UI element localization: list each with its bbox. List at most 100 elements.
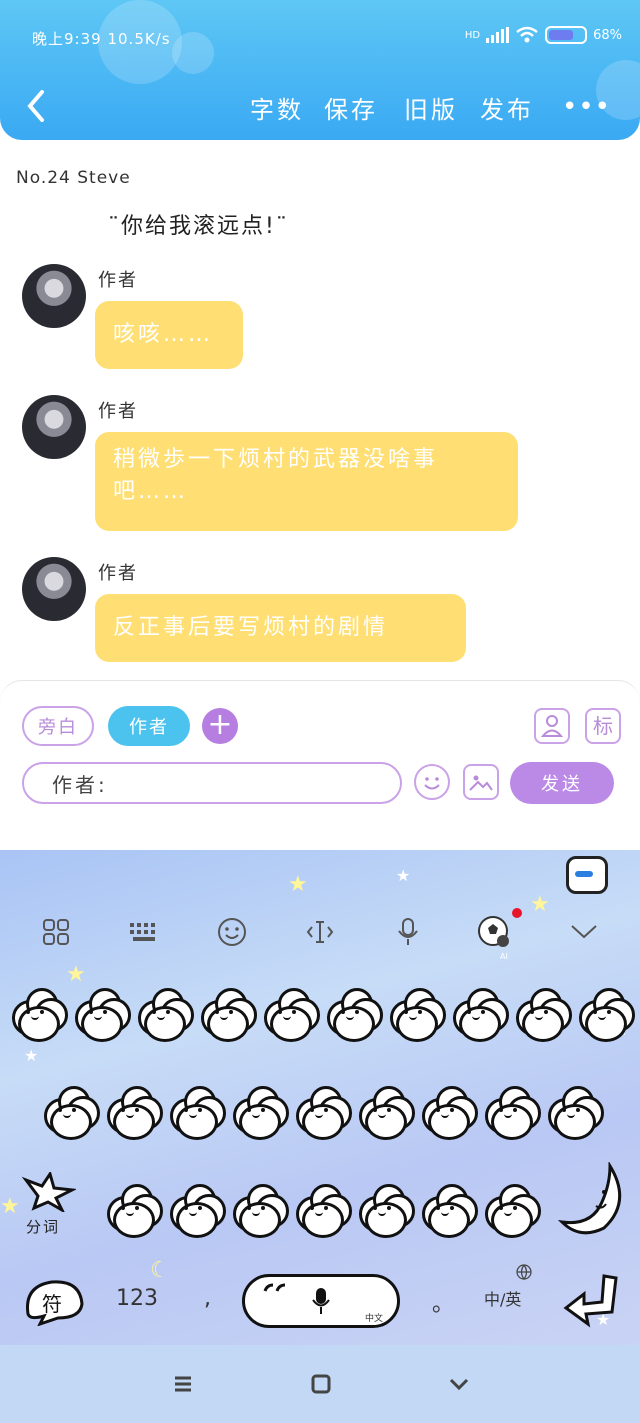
cloud-letter-key[interactable]	[575, 984, 635, 1042]
message-input[interactable]	[22, 762, 402, 804]
space-key[interactable]: 中文	[242, 1274, 400, 1328]
message-bubble[interactable]: 稍微歩一下烦村的武器没啥事吧……	[95, 432, 518, 531]
robot-mascot-icon[interactable]	[566, 856, 608, 894]
enter-key[interactable]	[560, 1272, 622, 1330]
status-icons: HD 68%	[465, 26, 622, 44]
home-nav-button[interactable]	[306, 1369, 336, 1399]
cloud-letter-key[interactable]	[166, 1180, 226, 1238]
cloud-letter-key[interactable]	[481, 1180, 541, 1238]
message-bubble[interactable]: 咳咳……	[95, 301, 243, 369]
role-narration-button[interactable]: 旁白	[22, 706, 94, 746]
cloud-letter-key[interactable]	[8, 984, 68, 1042]
ime-keyboard: ★ ★ ★ ★ ★ ★ ☾ ★ ★ AI 分词	[0, 850, 640, 1345]
keyboard-icon[interactable]	[124, 912, 164, 952]
status-time: 晚上9:39 10.5K/s	[32, 30, 171, 48]
numbers-key[interactable]: 123	[116, 1286, 158, 1311]
segment-label: 分词	[26, 1218, 61, 1236]
quoted-line: ¨你给我滚远点!¨	[108, 214, 289, 239]
cloud-letter-key[interactable]	[418, 1082, 478, 1140]
role-author-button[interactable]: 作者	[108, 706, 190, 746]
wifi-icon	[516, 26, 538, 43]
space-caption: 中文	[365, 1314, 384, 1324]
chevron-down-icon	[449, 1378, 469, 1391]
cloud-letter-key[interactable]	[40, 1082, 100, 1140]
comma-key[interactable]: ,	[204, 1286, 211, 1311]
ai-badge: AI	[500, 952, 508, 961]
cloud-letter-key[interactable]	[197, 984, 257, 1042]
cloud-letter-key[interactable]	[323, 984, 383, 1042]
grid-menu-icon[interactable]	[36, 912, 76, 952]
star-doodle-icon	[21, 1170, 78, 1214]
battery-icon	[545, 26, 588, 44]
image-button[interactable]	[463, 764, 499, 800]
publish-button[interactable]: 发布	[480, 90, 534, 125]
symbol-label: 符	[42, 1292, 62, 1316]
network-speed: 10.5K/s	[107, 30, 171, 48]
cloud-letter-key[interactable]	[260, 984, 320, 1042]
emoji-icon[interactable]	[212, 912, 252, 952]
period-key[interactable]: 。	[432, 1286, 454, 1318]
cloud-letter-key[interactable]	[355, 1180, 415, 1238]
image-icon	[469, 775, 493, 791]
avatar[interactable]	[22, 264, 86, 328]
mark-button[interactable]: 标	[585, 708, 621, 744]
old-version-button[interactable]: 旧版	[404, 90, 458, 125]
system-nav-bar	[0, 1345, 640, 1423]
cloud-letter-key[interactable]	[512, 984, 572, 1042]
cloud-letter-key[interactable]	[103, 1082, 163, 1140]
cloud-letter-key[interactable]	[166, 1082, 226, 1140]
send-button[interactable]: 发送	[510, 762, 614, 804]
cloud-letter-key[interactable]	[355, 1082, 415, 1140]
cloud-letter-key[interactable]	[292, 1082, 352, 1140]
menu-icon	[175, 1376, 191, 1392]
chapter-title: No.24 Steve	[16, 168, 131, 188]
segment-key[interactable]: 分词	[20, 1170, 78, 1236]
person-icon	[540, 715, 564, 737]
cloud-letter-key[interactable]	[386, 984, 446, 1042]
crescent-moon-icon	[557, 1160, 622, 1235]
square-icon	[311, 1374, 331, 1394]
avatar[interactable]	[22, 395, 86, 459]
back-button[interactable]	[22, 88, 52, 124]
soccer-ball-ai-icon[interactable]: AI	[474, 908, 522, 961]
smiley-icon	[424, 777, 440, 790]
character-button[interactable]	[534, 708, 570, 744]
cloud-letter-key[interactable]	[229, 1082, 289, 1140]
cloud-letter-key[interactable]	[544, 1082, 604, 1140]
save-button[interactable]: 保存	[324, 90, 378, 125]
enter-arrow-icon	[563, 1274, 618, 1328]
cloud-letter-key[interactable]	[71, 984, 131, 1042]
author-name: 作者	[98, 563, 138, 584]
author-name: 作者	[98, 401, 138, 422]
menu-nav-button[interactable]	[168, 1369, 198, 1399]
language-label: 中/英	[484, 1290, 522, 1309]
word-count-button[interactable]: 字数	[250, 90, 304, 125]
cloud-letter-key[interactable]	[418, 1180, 478, 1238]
globe-icon	[516, 1264, 532, 1280]
cursor-move-icon[interactable]	[300, 912, 340, 952]
author-name: 作者	[98, 270, 138, 291]
cloud-letter-key[interactable]	[103, 1180, 163, 1238]
microphone-icon[interactable]	[388, 912, 428, 952]
more-button[interactable]: •••	[562, 92, 611, 122]
signal-icon	[486, 27, 510, 43]
backspace-key[interactable]	[557, 1160, 628, 1238]
battery-percent: 68%	[593, 27, 622, 43]
language-switch-key[interactable]: 中/英	[484, 1264, 532, 1310]
top-toolbar	[0, 0, 640, 140]
cloud-letter-key[interactable]	[449, 984, 509, 1042]
back-nav-button[interactable]	[444, 1369, 474, 1399]
microphone-icon	[312, 1288, 330, 1314]
cloud-letter-key[interactable]	[481, 1082, 541, 1140]
emoji-button[interactable]	[414, 764, 450, 800]
cloud-letter-key[interactable]	[292, 1180, 352, 1238]
hd-label: HD	[464, 29, 481, 41]
cloud-letter-key[interactable]	[229, 1180, 289, 1238]
chevron-left-icon	[27, 90, 44, 122]
message-bubble[interactable]: 反正事后要写烦村的剧情	[95, 594, 466, 662]
cloud-letter-key[interactable]	[134, 984, 194, 1042]
collapse-keyboard-icon[interactable]	[564, 912, 604, 952]
avatar[interactable]	[22, 557, 86, 621]
symbol-key[interactable]: 符	[22, 1274, 86, 1327]
add-role-button[interactable]: +	[202, 708, 238, 744]
